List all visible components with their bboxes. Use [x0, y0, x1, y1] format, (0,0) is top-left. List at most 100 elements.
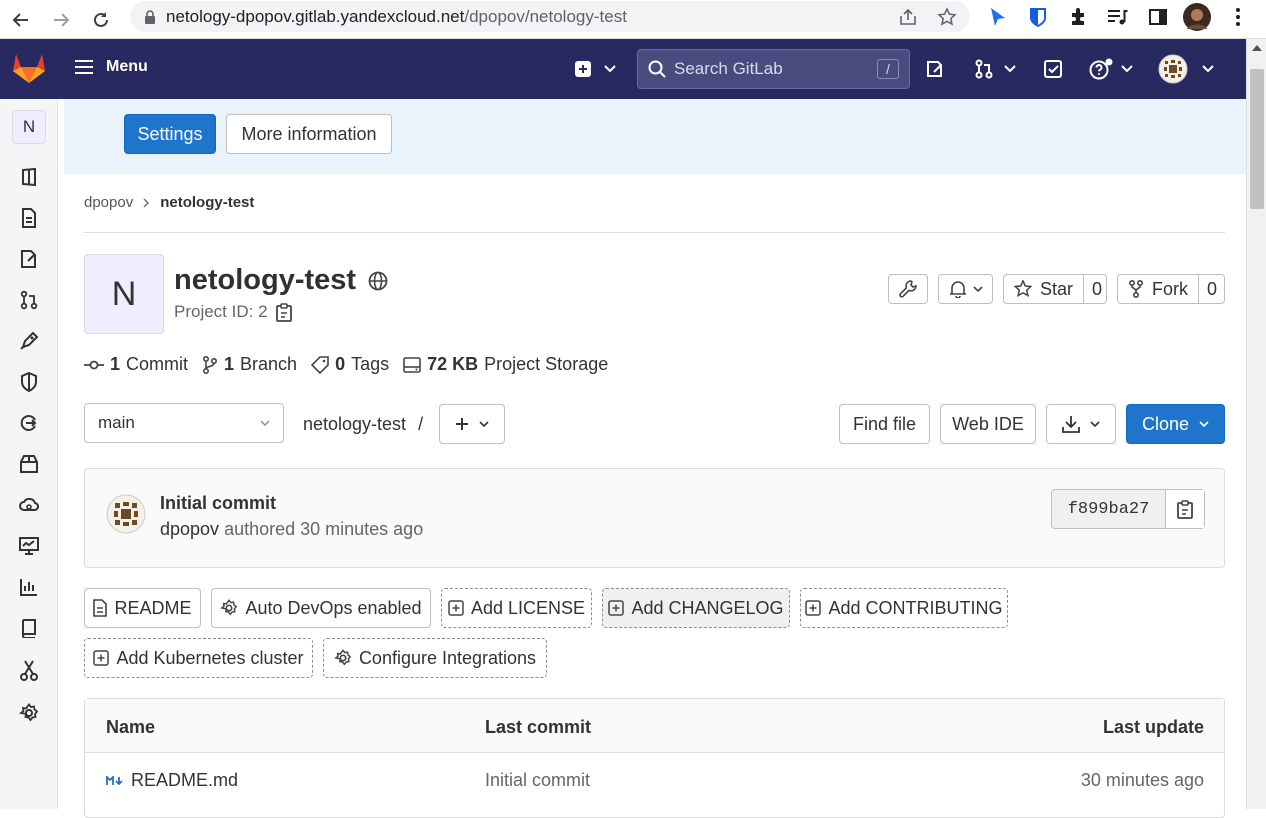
- sidebar-item-ci-cd[interactable]: [18, 330, 40, 352]
- find-file-button[interactable]: Find file: [839, 404, 930, 444]
- tags-stat[interactable]: 0 Tags: [311, 354, 389, 375]
- notification-button[interactable]: [938, 274, 993, 304]
- media-icon[interactable]: [1103, 4, 1131, 30]
- chevron-down-icon: [1202, 65, 1214, 73]
- storage-stat[interactable]: 72 KB Project Storage: [403, 354, 608, 375]
- create-new-button[interactable]: [574, 53, 616, 85]
- share-icon[interactable]: [897, 6, 919, 28]
- sidepanel-icon[interactable]: [1144, 4, 1172, 30]
- chevron-down-icon: [1004, 65, 1016, 73]
- branches-stat[interactable]: 1 Branch: [202, 354, 297, 375]
- star-button[interactable]: Star 0: [1003, 274, 1107, 304]
- plus-square-icon: [448, 600, 464, 616]
- sidebar-item-packages[interactable]: [18, 453, 40, 475]
- sidebar-item-issues[interactable]: [18, 248, 40, 270]
- help-button[interactable]: [1089, 53, 1133, 85]
- extensions-icon[interactable]: [1064, 4, 1092, 30]
- plus-square-icon: [805, 600, 822, 616]
- fork-button[interactable]: Fork 0: [1117, 274, 1225, 304]
- user-avatar: [1158, 54, 1188, 84]
- settings-button[interactable]: Settings: [124, 114, 216, 154]
- sidebar-item-analytics[interactable]: [18, 576, 40, 598]
- add-changelog-button[interactable]: Add CHANGELOG: [602, 588, 790, 628]
- add-contributing-button[interactable]: Add CONTRIBUTING: [800, 588, 1008, 628]
- gitlab-logo-icon[interactable]: [12, 52, 46, 84]
- author-avatar[interactable]: [106, 494, 146, 534]
- star-icon: [1014, 280, 1032, 298]
- auto-devops-button[interactable]: Auto DevOps enabled: [211, 588, 431, 628]
- hamburger-icon: [74, 59, 94, 75]
- table-row[interactable]: README.md Initial commit 30 minutes ago: [85, 753, 1224, 807]
- sidebar-project-avatar[interactable]: N: [8, 106, 50, 148]
- project-id: Project ID: 2: [174, 302, 292, 322]
- configure-integrations-button[interactable]: Configure Integrations: [323, 638, 547, 678]
- commit-sha[interactable]: f899ba27: [1052, 500, 1165, 519]
- star-label: Star: [1040, 278, 1074, 299]
- sidebar-item-repository[interactable]: [18, 207, 40, 229]
- more-information-button[interactable]: More information: [226, 114, 392, 154]
- add-to-tree-button[interactable]: [439, 404, 505, 444]
- fork-count[interactable]: 0: [1198, 275, 1225, 303]
- merge-requests-button[interactable]: [974, 53, 1016, 85]
- sidebar-item-security[interactable]: [18, 371, 40, 393]
- cursor-extension-icon[interactable]: [983, 4, 1011, 30]
- repo-path-name[interactable]: netology-test: [303, 414, 406, 435]
- project-avatar: N: [84, 254, 164, 334]
- back-icon[interactable]: [6, 5, 36, 35]
- commit-author[interactable]: dpopov: [160, 519, 219, 540]
- file-name-cell[interactable]: README.md: [106, 770, 238, 791]
- chevron-down-icon: [260, 420, 270, 427]
- issues-button[interactable]: [925, 53, 945, 85]
- info-banner: Settings More information: [64, 99, 1246, 174]
- bitwarden-icon[interactable]: [1024, 4, 1052, 30]
- sidebar-item-settings[interactable]: [18, 702, 40, 724]
- plus-square-icon: [574, 60, 592, 78]
- forward-icon[interactable]: [46, 5, 76, 35]
- file-last-commit[interactable]: Initial commit: [485, 770, 590, 791]
- search-icon: [648, 60, 666, 78]
- web-ide-button[interactable]: Web IDE: [940, 404, 1036, 444]
- commit-title[interactable]: Initial commit: [160, 493, 276, 514]
- sidebar-item-monitor[interactable]: [18, 535, 40, 557]
- user-menu-button[interactable]: [1158, 53, 1214, 85]
- project-settings-button[interactable]: [888, 274, 928, 304]
- readme-button[interactable]: README: [84, 588, 201, 628]
- todos-button[interactable]: [1043, 53, 1063, 85]
- branch-selector[interactable]: main: [84, 403, 284, 443]
- copy-sha-button[interactable]: [1165, 490, 1204, 528]
- menu-button[interactable]: Menu: [74, 58, 148, 76]
- add-license-button[interactable]: Add LICENSE: [441, 588, 592, 628]
- sidebar-item-deployments[interactable]: [18, 412, 40, 434]
- breadcrumb-parent[interactable]: dpopov: [84, 194, 133, 211]
- star-bookmark-icon[interactable]: [936, 6, 958, 28]
- address-bar[interactable]: netology-dpopov.gitlab.yandexcloud.net/d…: [130, 1, 970, 32]
- file-last-update: 30 minutes ago: [1080, 770, 1204, 790]
- browser-toolbar: netology-dpopov.gitlab.yandexcloud.net/d…: [0, 0, 1266, 39]
- sidebar-item-snippets[interactable]: [18, 660, 40, 682]
- clone-button[interactable]: Clone: [1126, 404, 1225, 444]
- project-stats: 1 Commit 1 Branch 0 Tags 72 KB Project S…: [84, 354, 622, 375]
- browser-menu-icon[interactable]: [1224, 4, 1252, 30]
- add-kubernetes-cluster-button[interactable]: Add Kubernetes cluster: [84, 638, 313, 678]
- breadcrumb-current[interactable]: netology-test: [160, 194, 254, 211]
- commits-stat[interactable]: 1 Commit: [84, 354, 188, 375]
- commit-time: authored 30 minutes ago: [224, 519, 424, 539]
- sidebar-item-merge-requests[interactable]: [18, 289, 40, 311]
- help-icon: [1089, 58, 1113, 80]
- plus-square-icon: [93, 650, 110, 666]
- search-input[interactable]: Search GitLab /: [637, 49, 910, 89]
- page-scrollbar[interactable]: [1246, 39, 1266, 809]
- plus-icon: [455, 417, 469, 431]
- copy-icon[interactable]: [275, 302, 292, 322]
- scroll-up-arrow-icon[interactable]: [1252, 45, 1262, 51]
- profile-avatar[interactable]: [1183, 3, 1211, 31]
- download-button[interactable]: [1046, 404, 1116, 444]
- reload-icon[interactable]: [86, 5, 116, 35]
- scrollbar-thumb[interactable]: [1250, 69, 1264, 209]
- todo-check-icon: [1043, 59, 1063, 79]
- sidebar-item-project-overview[interactable]: [18, 166, 40, 188]
- sidebar-item-infrastructure[interactable]: [18, 494, 40, 516]
- project-title: netology-test: [174, 264, 388, 297]
- sidebar-item-wiki[interactable]: [18, 617, 40, 639]
- star-count[interactable]: 0: [1083, 275, 1110, 303]
